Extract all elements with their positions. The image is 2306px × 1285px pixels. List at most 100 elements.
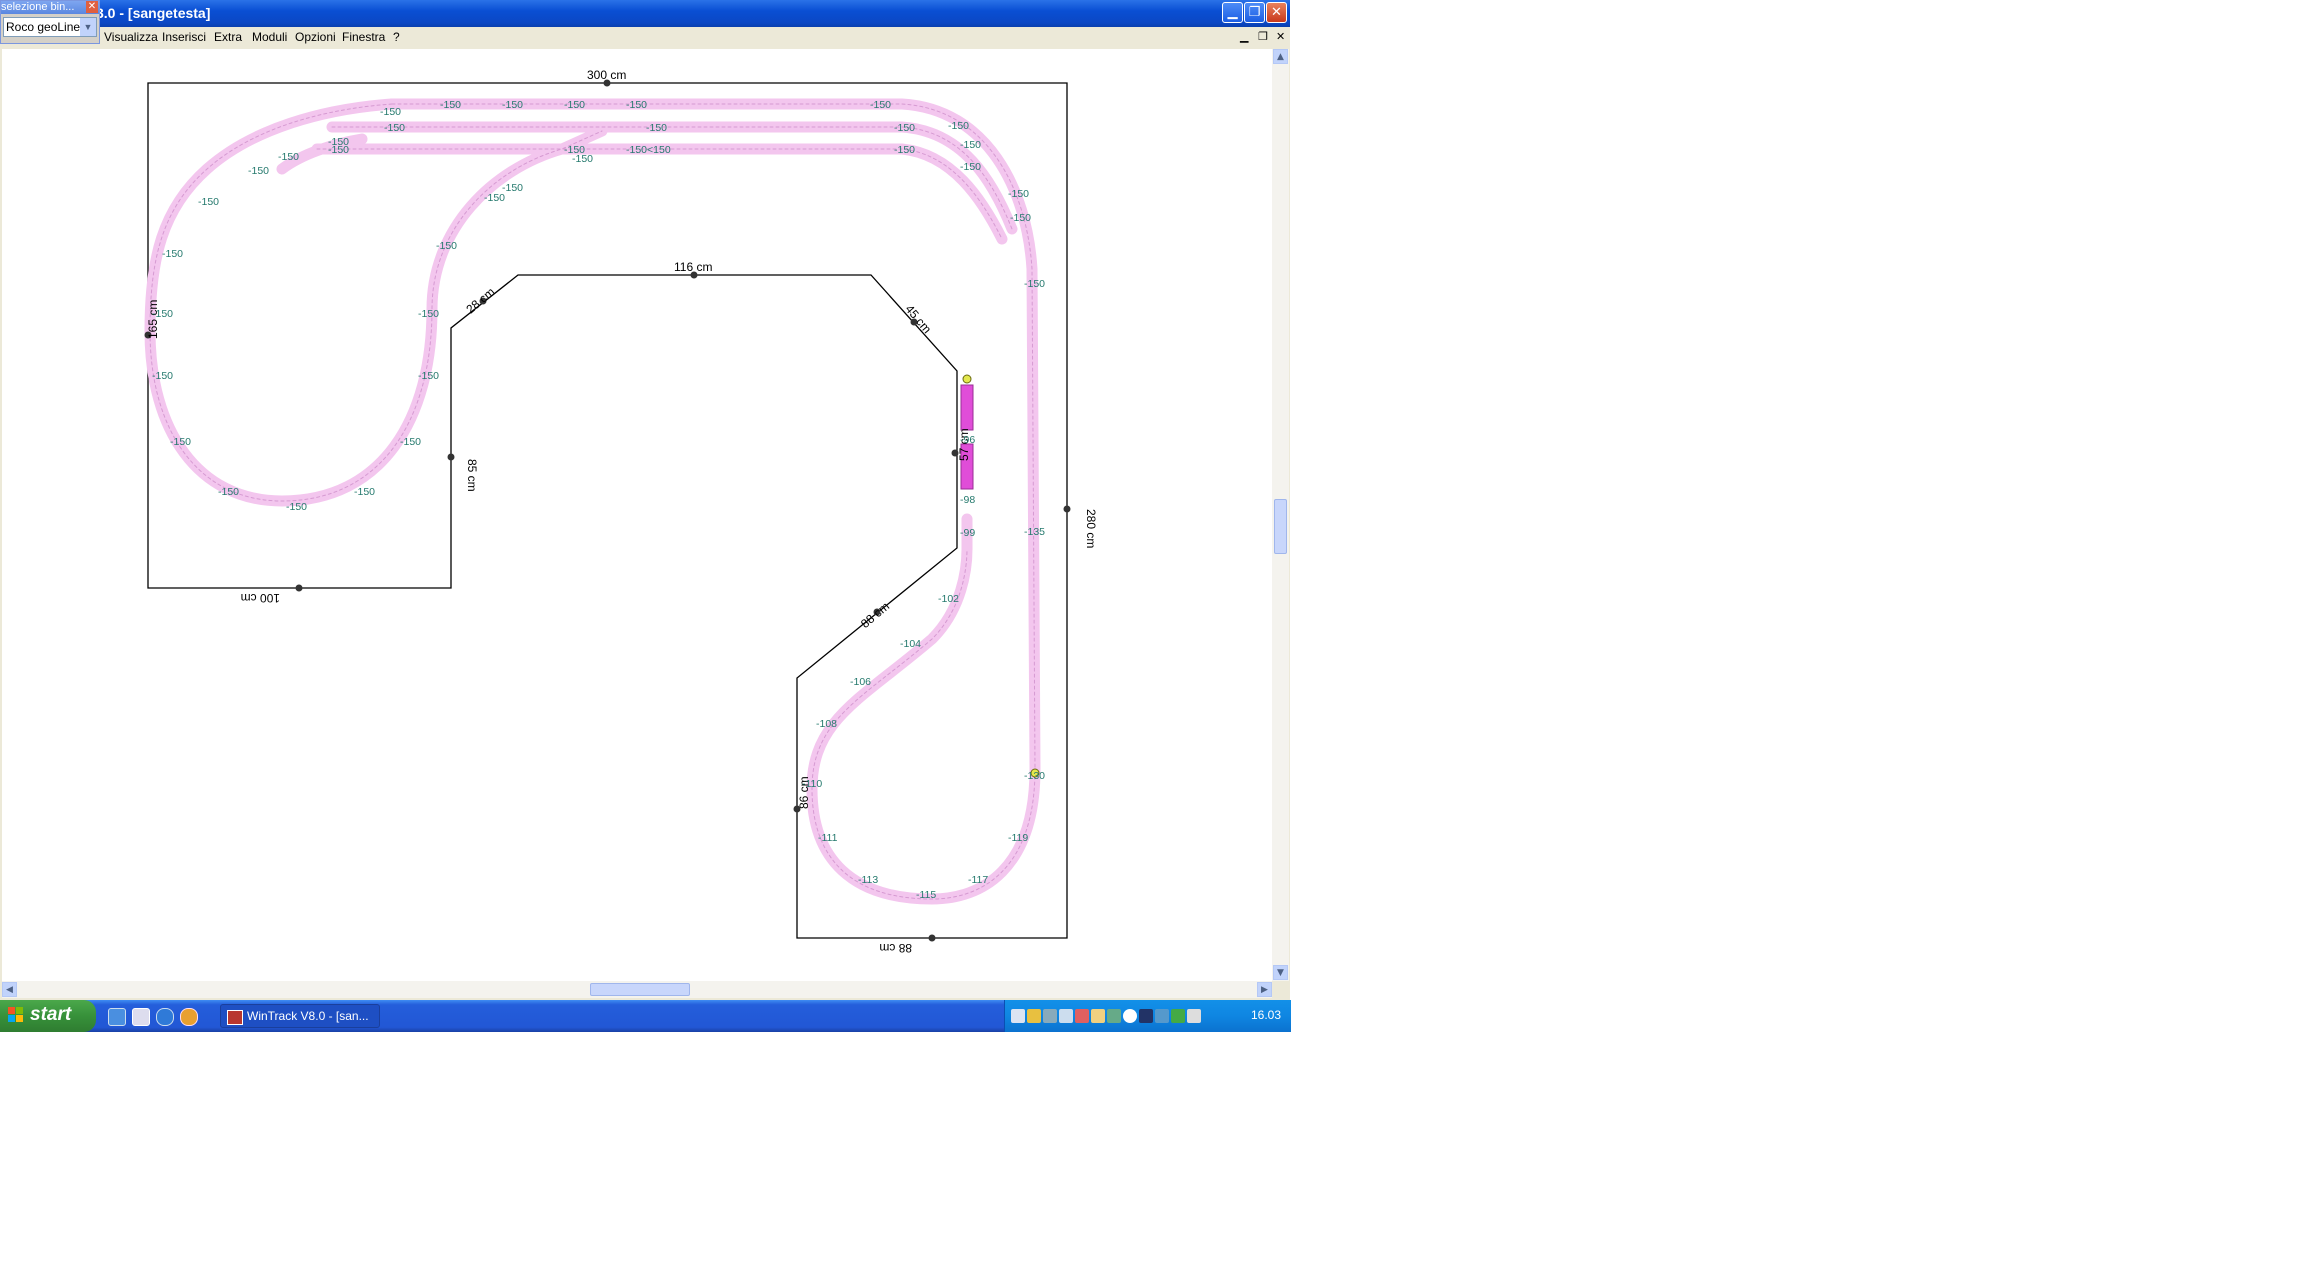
svg-text:-150: -150 [248,165,269,177]
radius-labels-top: -150 -150 -150 -150 -150 -150 -150 -150 … [278,99,981,173]
wintrack-window: 3.0 - [sangetesta] ▁ ❐ ✕ Visualizza Inse… [0,0,1291,1032]
phone-tray-icon[interactable] [1187,1009,1201,1023]
minimize-button[interactable]: ▁ [1222,2,1243,23]
scroll-left-icon[interactable]: ◀ [2,982,17,997]
menu-visualizza[interactable]: Visualizza [104,30,158,44]
svg-text:-150: -150 [870,99,891,111]
svg-text:-108: -108 [816,718,837,730]
svg-text:-150: -150 [278,151,299,163]
power-tray-icon[interactable] [1171,1009,1185,1023]
scroll-down-icon[interactable]: ▼ [1273,965,1288,980]
taskbar-item-wintrack[interactable]: WinTrack V8.0 - [san... [220,1004,380,1028]
window-title: 3.0 - [sangetesta] [96,5,211,21]
svg-text:-150: -150 [384,122,405,134]
svg-text:-150<150: -150<150 [626,144,671,156]
svg-text:-150: -150 [152,308,173,320]
svg-text:-150: -150 [436,240,457,252]
system-tray: 16.03 [1004,1000,1291,1032]
menu-moduli[interactable]: Moduli [252,30,287,44]
layout-canvas[interactable]: 300 cm 116 cm 28 cm 45 cm 57 cm 165 cm 8… [2,49,1272,981]
mdi-restore-icon[interactable]: ❐ [1258,30,1268,43]
start-button[interactable]: start [0,1000,96,1032]
svg-text:-102: -102 [938,593,959,605]
svg-text:-106: -106 [850,676,871,688]
dim-bottom-88: 88 cm [879,941,912,955]
menu-help[interactable]: ? [393,30,400,44]
svg-text:-111: -111 [818,832,838,844]
dim-inner-116: 116 cm [674,260,712,274]
svg-text:-150: -150 [418,370,439,382]
svg-text:-113: -113 [858,874,878,886]
sync-tray-icon[interactable] [1059,1009,1073,1023]
menu-finestra[interactable]: Finestra [342,30,385,44]
chevron-down-icon[interactable]: ▼ [80,18,96,36]
svg-text:-104: -104 [900,638,921,650]
signal-tray-icon[interactable] [1107,1009,1121,1023]
panel-title: selezione bin... [1,1,99,14]
horizontal-scroll-thumb[interactable] [590,983,690,996]
track-middle-straight[interactable] [326,121,1018,235]
security-tray-icon[interactable] [1027,1009,1041,1023]
track-endpoint-marker[interactable] [962,374,972,384]
close-button[interactable]: ✕ [1266,2,1287,23]
menu-inserisci[interactable]: Inserisci [162,30,206,44]
svg-text:-150: -150 [198,196,219,208]
audio-tray-icon[interactable] [1155,1009,1169,1023]
firefox-quicklaunch-icon[interactable] [180,1008,198,1026]
menu-opzioni[interactable]: Opzioni [295,30,336,44]
svg-text:-98: -98 [960,494,975,506]
svg-text:-150: -150 [1024,278,1045,290]
svg-text:-150: -150 [502,182,523,194]
panel-close-icon[interactable]: ✕ [86,1,98,13]
svg-text:-150: -150 [354,486,375,498]
svg-text:-150: -150 [418,308,439,320]
svg-text:-150: -150 [626,99,647,111]
radius-labels-lower-curve: -99 -102 -104 -106 -108 -110 -111 -113 -… [802,434,1028,901]
menu-extra[interactable]: Extra [214,30,242,44]
scroll-right-icon[interactable]: ▶ [1257,982,1272,997]
track-plan[interactable] [144,98,1041,905]
selected-track-segment[interactable] [960,384,974,431]
vertical-scrollbar[interactable]: ▲ ▼ [1272,49,1289,981]
track-outer-loop[interactable] [386,98,1041,905]
svg-text:-99: -99 [960,527,975,539]
svg-text:-96: -96 [960,434,975,446]
track-system-select[interactable]: Roco geoLine H ▼ [3,17,97,37]
vertical-scroll-thumb[interactable] [1274,499,1287,554]
dim-85: 85 cm [465,459,479,492]
dim-45: 45 cm [902,302,934,336]
svg-text:-110: -110 [802,778,822,790]
mdi-minimize-icon[interactable]: ▁ [1240,30,1248,43]
ie-quicklaunch-icon[interactable] [108,1008,126,1026]
mdi-close-icon[interactable]: ✕ [1276,30,1285,43]
maximize-button[interactable]: ❐ [1244,2,1265,23]
svg-text:-150: -150 [572,153,593,165]
track-inner-straight[interactable] [311,143,1008,245]
svg-text:-150: -150 [380,106,401,118]
track-selection-panel[interactable]: selezione bin... ✕ Roco geoLine H ▼ [0,0,100,44]
dimension-handles[interactable] [144,79,1071,942]
clock: 16.03 [1250,1008,1281,1022]
media-quicklaunch-icon[interactable] [132,1008,150,1026]
layout-drawing[interactable]: 300 cm 116 cm 28 cm 45 cm 57 cm 165 cm 8… [2,49,1272,981]
horizontal-scrollbar[interactable]: ◀ ▶ [2,981,1272,998]
display-tray-icon[interactable] [1043,1009,1057,1023]
track-left-loop[interactable] [144,98,608,507]
svg-text:-117: -117 [968,874,988,886]
update-tray-icon[interactable] [1123,1009,1137,1023]
browser-quicklaunch-icon[interactable] [156,1008,174,1026]
svg-text:-150: -150 [152,370,173,382]
network-tray-icon[interactable] [1011,1009,1025,1023]
svg-text:-150: -150 [1010,212,1031,224]
scroll-up-icon[interactable]: ▲ [1273,49,1288,64]
monitor-tray-icon[interactable] [1139,1009,1153,1023]
svg-text:-150: -150 [286,501,307,513]
svg-text:-150: -150 [1008,188,1029,200]
svg-text:-150: -150 [646,122,667,134]
title-bar[interactable]: 3.0 - [sangetesta] ▁ ❐ ✕ [0,0,1290,27]
folder-tray-icon[interactable] [1091,1009,1105,1023]
antivirus-tray-icon[interactable] [1075,1009,1089,1023]
svg-text:-150: -150 [948,120,969,132]
dim-top-300: 300 cm [587,68,626,82]
svg-text:-130: -130 [1024,770,1045,782]
